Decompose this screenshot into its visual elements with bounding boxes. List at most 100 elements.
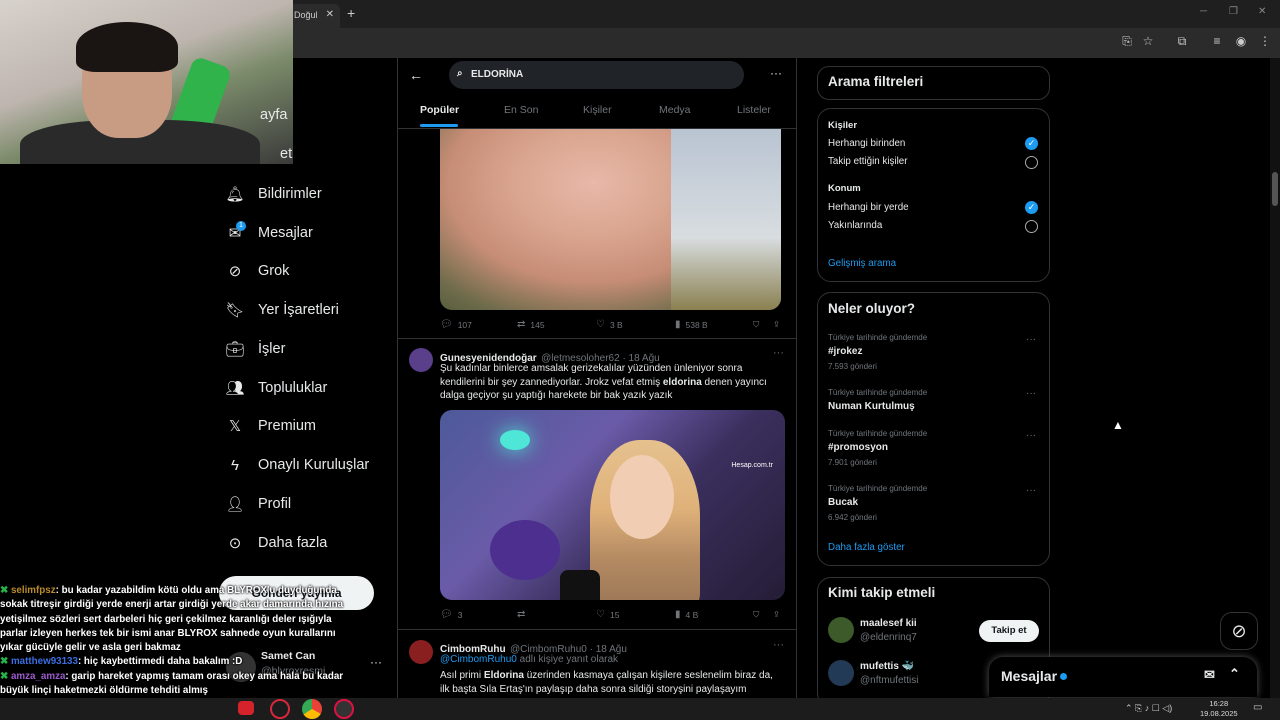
reply-icon: 💬︎ [440,609,453,620]
install-app-icon[interactable]: ⎘ [1119,34,1135,49]
star-bookmark-icon[interactable]: ☆ [1140,34,1156,48]
tab-lists[interactable]: Listeler [737,104,771,116]
reply-action[interactable]: 💬︎ 107 [440,319,472,330]
filter-option-anyone[interactable]: Herhangi birinden [828,138,905,149]
account-more-icon[interactable]: ··· [370,655,382,669]
more-circle-icon: ⊙ [228,535,242,552]
filter-option-anywhere[interactable]: Herhangi bir yerde [828,202,909,213]
share-icon[interactable]: ⇪ [773,319,780,330]
reply-action[interactable]: 💬︎ 3 [440,609,462,620]
trend-topic[interactable]: #promosyon [828,442,888,453]
filter-option-following[interactable]: Takip ettiğin kişiler [828,156,908,167]
retweet-action[interactable]: ⇄ 145 [517,319,545,330]
nav-item-profile[interactable]: 👤︎ Profil [225,489,291,519]
messages-drawer[interactable]: Mesajlar ✉ ⌃ [989,657,1257,697]
search-icon: ⌕ [457,68,463,79]
radio-nearby[interactable] [1025,220,1038,233]
views-action[interactable]: ▮ 538 B [675,319,708,330]
avatar[interactable] [828,660,854,686]
avatar[interactable] [409,348,433,372]
tab-popular[interactable]: Popüler [420,104,459,116]
radio-following[interactable] [1025,156,1038,169]
obs-app-icon[interactable] [334,699,354,719]
bookmark-action-icon[interactable]: ⛉ [753,319,759,330]
new-message-icon[interactable]: ✉ [1204,667,1215,683]
x-logo-icon: 𝕏 [228,418,242,435]
reply-context: @CimbomRuhu0 adlı kişiye yanıt olarak [440,654,619,665]
browser-menu-icon[interactable]: ⋮ [1257,34,1273,48]
back-arrow-icon[interactable]: ← [409,67,423,83]
notification-icon[interactable]: ▭ [1253,702,1262,713]
opera-app-icon[interactable] [270,699,290,719]
follow-button[interactable]: Takip et [979,620,1039,642]
heart-icon: ♡ [596,609,605,620]
restore-icon[interactable]: ❐ [1229,6,1238,17]
avatar[interactable] [409,640,433,664]
share-icon[interactable]: ⇪ [773,609,780,620]
trend-more-icon[interactable]: ··· [1026,430,1036,441]
scrollbar[interactable] [1270,58,1280,698]
views-action[interactable]: ▮ 4 B [675,609,698,620]
tweet-media-image[interactable] [440,129,781,310]
scrollbar-thumb[interactable] [1272,172,1278,206]
radio-anyone-checked[interactable]: ✓ [1025,137,1038,150]
system-clock[interactable]: 16:28 19.08.2025 [1200,699,1238,719]
youtube-app-icon[interactable] [238,701,254,715]
nav-partial-home[interactable]: ayfa [260,107,287,123]
nav-item-bookmarks[interactable]: 🔖︎ Yer İşaretleri [225,295,338,325]
system-tray-icons[interactable]: ⌃ ⎘ ♪ ☐ ◁) [1125,703,1172,714]
new-tab-button[interactable]: + [347,5,355,21]
radio-anywhere-checked[interactable]: ✓ [1025,201,1038,214]
minimize-icon[interactable]: ─ [1200,6,1207,17]
filter-option-nearby[interactable]: Yakınlarında [828,220,882,231]
briefcase-icon: 💼︎ [225,341,245,358]
nav-item-notifications[interactable]: 🔔︎ Bildirimler [225,179,321,209]
bell-icon: 🔔︎ [225,186,245,203]
media-control-icon[interactable]: ≡ [1209,34,1225,48]
tab-close-icon[interactable]: ✕ [326,9,334,20]
trend-topic[interactable]: #jrokez [828,346,862,357]
show-more-link[interactable]: Daha fazla göster [828,542,905,553]
suggested-user-name[interactable]: maalesef kii [860,618,917,629]
suggested-user-name[interactable]: mufettis 🐳 [860,661,914,672]
extensions-icon[interactable]: ⧉ [1174,34,1190,49]
tweet-more-icon[interactable]: ··· [773,347,784,359]
profile-icon[interactable]: ◉ [1233,34,1249,48]
people-icon: 👥︎ [225,380,245,397]
nav-item-communities[interactable]: 👥︎ Topluluklar [225,373,327,403]
window-close-icon[interactable]: ✕ [1258,6,1266,17]
advanced-search-link[interactable]: Gelişmiş arama [828,258,896,269]
trend-more-icon[interactable]: ··· [1026,388,1036,399]
like-action[interactable]: ♡ 3 B [596,319,623,330]
lightning-icon: ϟ [231,456,239,474]
search-input[interactable]: ⌕ ELDORİNA [449,61,744,89]
trend-topic[interactable]: Numan Kurtulmuş [828,401,915,412]
chrome-app-icon[interactable] [302,699,322,719]
avatar[interactable] [828,617,854,643]
nav-partial-explore[interactable]: et [280,146,292,162]
tweet-media-image[interactable]: Hesap.com.tr [440,410,785,600]
like-action[interactable]: ♡ 15 [596,609,619,620]
nav-item-verified-orgs[interactable]: ϟ Onaylı Kuruluşlar [226,450,369,480]
nav-item-more[interactable]: ⊙ Daha fazla [226,528,328,558]
divider [397,338,797,339]
tab-media[interactable]: Medya [659,104,691,116]
retweet-action[interactable]: ⇄ [517,609,530,620]
tweet-more-icon[interactable]: ··· [773,639,784,651]
trend-topic[interactable]: Bucak [828,497,858,508]
tab-people[interactable]: Kişiler [583,104,612,116]
nav-item-premium[interactable]: 𝕏 Premium [226,411,316,441]
search-more-icon[interactable]: ··· [770,66,782,80]
expand-up-icon[interactable]: ⌃ [1229,666,1240,682]
nav-item-grok[interactable]: ⊘ Grok [226,256,290,286]
nav-item-jobs[interactable]: 💼︎ İşler [225,334,285,364]
trend-more-icon[interactable]: ··· [1026,485,1036,496]
tab-latest[interactable]: En Son [504,104,538,116]
stream-chat-overlay: ✖ selimfpsz: bu kadar yazabildim kötü ol… [0,584,360,698]
trend-more-icon[interactable]: ··· [1026,334,1036,345]
retweet-icon: ⇄ [517,319,526,330]
grok-fab-icon[interactable]: ⊘ [1220,612,1258,650]
messages-drawer-title: Mesajlar [1001,668,1058,684]
grok-icon: ⊘ [228,263,242,280]
bookmark-action-icon[interactable]: ⛉ [753,609,759,620]
